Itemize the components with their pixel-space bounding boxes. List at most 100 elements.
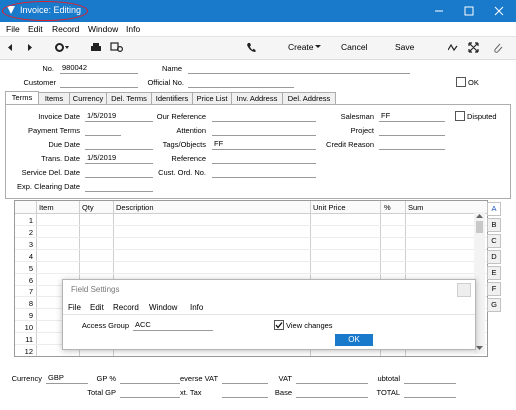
table-row[interactable] (15, 225, 487, 226)
table-row[interactable] (15, 260, 487, 262)
cancel-button[interactable]: Cancel (341, 42, 367, 52)
currency-field[interactable]: GBP (46, 373, 88, 384)
dialog-divider (63, 314, 475, 315)
project-field[interactable] (379, 125, 445, 136)
grid-side-tab[interactable]: C (487, 234, 501, 248)
total-gp-field (120, 387, 180, 398)
name-label: Name (161, 64, 182, 73)
reference-label: Reference (171, 154, 206, 163)
resize-arrows-icon[interactable] (468, 42, 479, 53)
dialog-close-button[interactable] (457, 283, 471, 297)
scroll-up-icon[interactable] (476, 214, 483, 219)
credit-reason-field[interactable] (379, 139, 445, 150)
ext-tax-label: xt. Tax (180, 388, 202, 397)
total-field (404, 387, 456, 398)
due-date-label: Due Date (48, 140, 80, 149)
cust-ord-no-field[interactable] (212, 167, 316, 178)
grid-side-tab[interactable]: A (487, 202, 501, 216)
print-icon[interactable] (90, 42, 102, 53)
dialog-menu-info[interactable]: Info (190, 303, 203, 312)
table-row[interactable] (15, 248, 487, 250)
attention-field[interactable] (212, 125, 316, 136)
previous-record-icon[interactable] (6, 43, 14, 52)
vat-label: VAT (278, 374, 292, 383)
access-group-label: Access Group (81, 321, 129, 330)
dialog-menu-file[interactable]: File (68, 303, 81, 312)
table-row[interactable] (15, 272, 487, 274)
print-preview-icon[interactable] (110, 42, 124, 53)
dialog-menu-edit[interactable]: Edit (90, 303, 104, 312)
row-number: 9 (28, 311, 33, 321)
ok-button[interactable]: OK (335, 334, 373, 346)
salesman-field[interactable]: FF (379, 111, 445, 122)
customer-field[interactable] (60, 77, 138, 88)
scroll-thumb[interactable] (476, 221, 483, 233)
official-no-field[interactable] (188, 77, 294, 88)
reverse-vat-label: everse VAT (180, 374, 219, 383)
customer-label: Customer (23, 78, 56, 87)
view-changes-label: View changes (286, 321, 333, 330)
dialog-title: Field Settings (71, 285, 120, 294)
grid-side-tab[interactable]: B (487, 218, 501, 232)
footer-totals: Currency GBP GP % everse VAT VAT ubtotal… (0, 368, 516, 410)
scroll-down-icon[interactable] (476, 346, 483, 351)
next-record-icon[interactable] (26, 43, 34, 52)
save-button[interactable]: Save (395, 42, 414, 52)
settings-gear-icon[interactable] (54, 42, 70, 53)
row-number: 4 (28, 251, 33, 261)
grid-side-tab[interactable]: G (487, 298, 501, 312)
activity-icon[interactable] (448, 43, 458, 52)
create-button[interactable]: Create (288, 42, 314, 52)
tab-terms[interactable]: Terms (5, 91, 39, 105)
reference-field[interactable] (212, 153, 316, 164)
tags-objects-field[interactable]: FF (212, 139, 316, 150)
access-group-field[interactable]: ACC (133, 320, 213, 331)
disputed-label: Disputed (467, 112, 497, 121)
menu-edit[interactable]: Edit (28, 24, 43, 34)
row-number: 12 (24, 346, 33, 356)
grid-side-tab[interactable]: F (487, 282, 501, 296)
minimize-button[interactable] (424, 0, 454, 22)
name-field[interactable] (188, 63, 410, 74)
maximize-button[interactable] (454, 0, 484, 22)
col-unit-price-header: Unit Price (313, 203, 346, 212)
row-number: 6 (28, 275, 33, 285)
dialog-menu-window[interactable]: Window (149, 303, 177, 312)
service-del-date-label: Service Del. Date (21, 168, 80, 177)
menu-record[interactable]: Record (52, 24, 79, 34)
trans-date-label: Trans. Date (41, 154, 80, 163)
no-field[interactable]: 980042 (60, 63, 138, 74)
phone-icon[interactable] (246, 42, 256, 53)
no-label: No. (42, 64, 54, 73)
menu-bar: File Edit Record Window Info (0, 22, 516, 36)
disputed-checkbox[interactable] (455, 111, 465, 121)
currency-label: Currency (11, 374, 42, 383)
table-row[interactable] (15, 355, 487, 356)
create-dropdown-icon[interactable] (315, 45, 321, 49)
col-sum-header: Sum (408, 203, 424, 212)
field-settings-dialog: Field Settings File Edit Record Window I… (62, 279, 476, 350)
payment-terms-field[interactable] (85, 125, 121, 136)
title-bar: Invoice: Editing (0, 0, 516, 22)
menu-window[interactable]: Window (88, 24, 118, 34)
exp-clearing-date-field[interactable] (85, 181, 153, 192)
dialog-menu-record[interactable]: Record (113, 303, 139, 312)
total-label: TOTAL (376, 388, 400, 397)
table-row[interactable] (15, 236, 487, 238)
col-qty-header: Qty (82, 203, 94, 212)
our-reference-field[interactable] (212, 111, 316, 122)
maximize-icon (464, 6, 474, 16)
col-description-header: Description (116, 203, 154, 212)
grid-side-tab[interactable]: E (487, 266, 501, 280)
attachment-icon[interactable] (492, 41, 504, 54)
row-number: 5 (28, 263, 33, 273)
menu-file[interactable]: File (6, 24, 20, 34)
view-changes-checkbox[interactable] (274, 320, 284, 330)
ok-label: OK (468, 78, 479, 87)
col-percent-header: % (384, 203, 391, 212)
row-number: 3 (28, 239, 33, 249)
ok-checkbox[interactable] (456, 77, 466, 87)
close-button[interactable] (484, 0, 514, 22)
menu-info[interactable]: Info (126, 24, 140, 34)
grid-side-tab[interactable]: D (487, 250, 501, 264)
